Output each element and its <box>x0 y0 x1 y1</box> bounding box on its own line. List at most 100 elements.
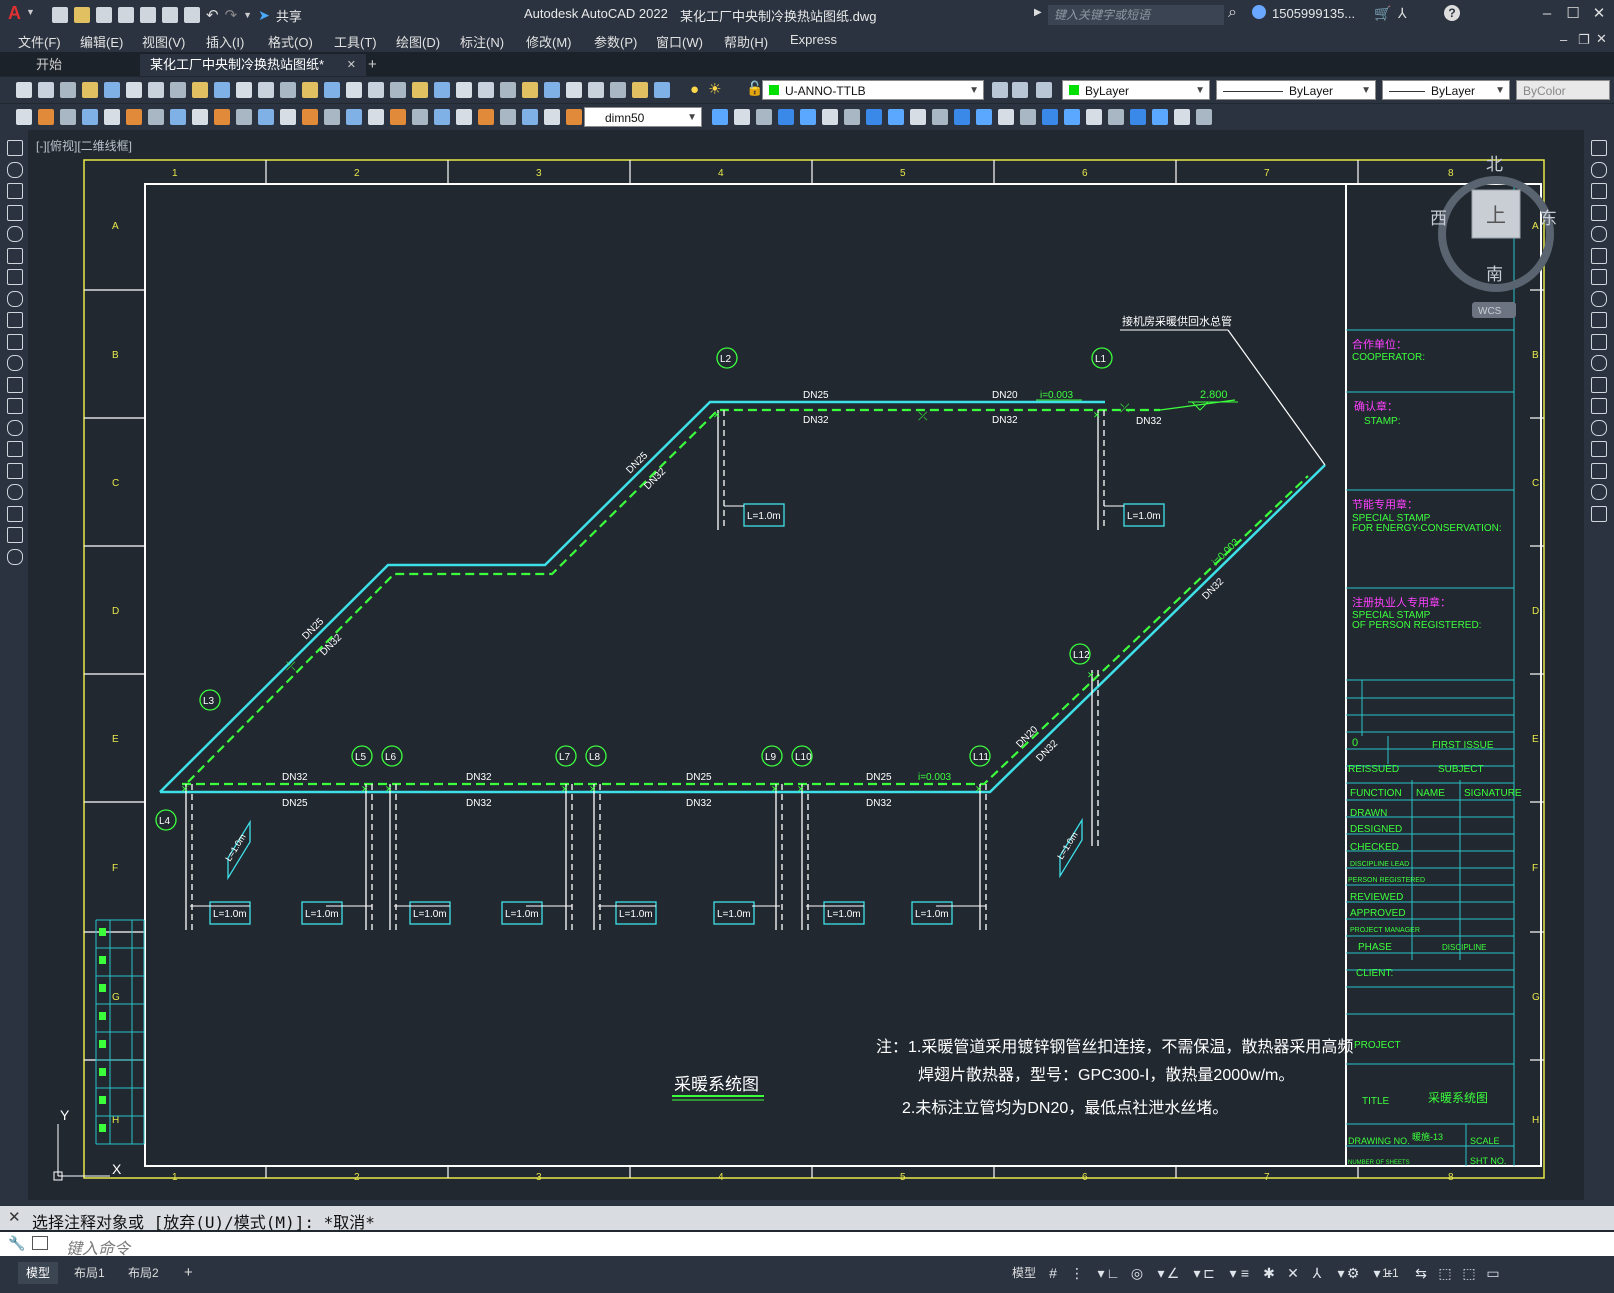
toolbar1-tool-12-icon[interactable] <box>280 82 296 98</box>
layer-lock-icon[interactable]: 🔓 <box>746 80 763 97</box>
cart-icon[interactable]: 🛒 <box>1374 5 1391 22</box>
modify-tool-16-icon[interactable] <box>1064 109 1080 125</box>
draw-tool-16-icon[interactable] <box>7 484 23 500</box>
dimension-tool-7-icon[interactable] <box>170 109 186 125</box>
draw-tool-12-icon[interactable] <box>7 398 23 414</box>
menu-file[interactable]: 文件(F) <box>18 32 61 51</box>
menu-draw[interactable]: 绘图(D) <box>396 32 440 51</box>
draw-tool-5-icon[interactable] <box>7 247 23 264</box>
app-logo-icon[interactable]: A <box>8 3 21 24</box>
toolbar1-tool-21-icon[interactable] <box>478 82 494 98</box>
dimension-tool-24-icon[interactable] <box>544 109 560 125</box>
draw-tool-14-icon[interactable] <box>7 441 23 457</box>
dimension-tool-12-icon[interactable] <box>280 109 296 125</box>
modify-side-tool-0-icon[interactable] <box>1591 140 1607 156</box>
toolbar1-tool-8-icon[interactable] <box>192 82 208 98</box>
modify-side-tool-5-icon[interactable] <box>1591 247 1607 264</box>
modify-tool-9-icon[interactable] <box>910 109 926 125</box>
draw-tool-6-icon[interactable] <box>7 269 23 285</box>
open-file-icon[interactable] <box>74 7 90 23</box>
modify-side-tool-12-icon[interactable] <box>1591 398 1607 414</box>
user-name[interactable]: 1505999135... <box>1272 6 1355 21</box>
status-toggle-0-icon[interactable]: # <box>1044 1264 1062 1282</box>
modify-tool-6-icon[interactable] <box>844 109 860 125</box>
status-toggle-19-icon[interactable]: ⬚ <box>1436 1264 1454 1282</box>
toolbar1-tool-16-icon[interactable] <box>368 82 384 98</box>
layer-bulb-icon[interactable]: ● <box>690 81 699 98</box>
modify-tool-15-icon[interactable] <box>1042 109 1058 125</box>
modify-side-tool-11-icon[interactable] <box>1591 376 1607 393</box>
modify-tool-7-icon[interactable] <box>866 109 882 125</box>
color-dropdown[interactable]: ByLayer ▼ <box>1062 80 1210 100</box>
dimension-tool-16-icon[interactable] <box>368 109 384 125</box>
modify-side-tool-9-icon[interactable] <box>1591 333 1607 350</box>
modify-tool-11-icon[interactable] <box>954 109 970 125</box>
toolbar1-tool-24-icon[interactable] <box>544 82 560 98</box>
draw-tool-15-icon[interactable] <box>7 462 23 479</box>
status-toggle-18-icon[interactable]: ⇆ <box>1412 1264 1430 1282</box>
toolbar1-tool-6-icon[interactable] <box>148 82 164 98</box>
dimension-tool-5-icon[interactable] <box>126 109 142 125</box>
menu-edit[interactable]: 编辑(E) <box>80 32 123 51</box>
dimension-tool-4-icon[interactable] <box>104 109 120 125</box>
dimension-tool-23-icon[interactable] <box>522 109 538 125</box>
dimension-tool-21-icon[interactable] <box>478 109 494 125</box>
layout-add-button[interactable]: + <box>176 1262 201 1284</box>
menu-view[interactable]: 视图(V) <box>142 32 185 51</box>
modify-tool-21-icon[interactable] <box>1174 109 1190 125</box>
doc-restore-button[interactable]: ❐ <box>1578 32 1590 48</box>
layer-tool-1-icon[interactable] <box>1012 82 1028 98</box>
layout-tab-2[interactable]: 布局2 <box>120 1262 167 1284</box>
draw-tool-2-icon[interactable] <box>7 183 23 199</box>
redo-icon[interactable]: ↷ <box>225 6 238 24</box>
toolbar1-tool-23-icon[interactable] <box>522 82 538 98</box>
modify-tool-0-icon[interactable] <box>712 109 728 125</box>
doc-minimize-button[interactable]: – <box>1560 32 1567 47</box>
status-toggle-15-icon[interactable]: ⚙ <box>1344 1264 1362 1282</box>
draw-tool-8-icon[interactable] <box>7 312 23 328</box>
status-toggle-8-icon[interactable]: ⊏ <box>1200 1264 1218 1282</box>
command-recent-icon[interactable] <box>32 1236 48 1250</box>
draw-tool-0-icon[interactable] <box>7 140 23 156</box>
dimension-tool-6-icon[interactable] <box>148 109 164 125</box>
draw-tool-11-icon[interactable] <box>7 376 23 393</box>
drawing-canvas[interactable]: [-][俯视][二维线框] 1 1 2 2 3 3 4 4 5 5 6 6 7 7 8 8 A A B B C C D D E E… <box>28 130 1584 1200</box>
toolbar1-tool-18-icon[interactable] <box>412 82 428 98</box>
status-toggle-21-icon[interactable]: ▭ <box>1484 1264 1502 1282</box>
modify-side-tool-17-icon[interactable] <box>1591 505 1607 522</box>
modify-side-tool-1-icon[interactable] <box>1591 161 1607 178</box>
toolbar1-tool-1-icon[interactable] <box>38 82 54 98</box>
layer-tool-2-icon[interactable] <box>1036 82 1052 98</box>
modify-tool-2-icon[interactable] <box>756 109 772 125</box>
tab-active-drawing[interactable]: 某化工厂中央制冷换热站图纸* ✕ <box>140 54 366 76</box>
menu-tools[interactable]: 工具(T) <box>334 32 377 51</box>
status-toggle-20-icon[interactable]: ⬚ <box>1460 1264 1478 1282</box>
dimension-tool-15-icon[interactable] <box>346 109 362 125</box>
viewcube-east[interactable]: 东 <box>1540 209 1557 228</box>
tab-close-icon[interactable]: ✕ <box>347 54 356 76</box>
draw-tool-4-icon[interactable] <box>7 226 23 242</box>
draw-tool-13-icon[interactable] <box>7 419 23 436</box>
wrench-icon[interactable]: 🔧 <box>8 1235 25 1252</box>
draw-tool-9-icon[interactable] <box>7 333 23 350</box>
dimension-tool-14-icon[interactable] <box>324 109 340 125</box>
toolbar1-tool-22-icon[interactable] <box>500 82 516 98</box>
close-button[interactable]: ✕ <box>1588 4 1610 24</box>
toolbar1-tool-27-icon[interactable] <box>610 82 626 98</box>
a360-icon[interactable]: ⅄ <box>1398 5 1407 22</box>
toolbar1-tool-3-icon[interactable] <box>82 82 98 98</box>
toolbar1-tool-17-icon[interactable] <box>390 82 406 98</box>
toolbar1-tool-10-icon[interactable] <box>236 82 252 98</box>
modify-tool-18-icon[interactable] <box>1108 109 1124 125</box>
modify-tool-17-icon[interactable] <box>1086 109 1102 125</box>
dimension-tool-10-icon[interactable] <box>236 109 252 125</box>
modify-tool-13-icon[interactable] <box>998 109 1014 125</box>
modify-tool-4-icon[interactable] <box>800 109 816 125</box>
menu-parametric[interactable]: 参数(P) <box>594 32 637 51</box>
draw-tool-10-icon[interactable] <box>7 355 23 371</box>
dimension-tool-20-icon[interactable] <box>456 109 472 125</box>
share-button[interactable]: 共享 <box>276 6 302 25</box>
tab-add-button[interactable]: + <box>358 54 387 76</box>
status-toggle-13-icon[interactable]: ⅄ <box>1308 1264 1326 1282</box>
close-command-icon[interactable]: ✕ <box>8 1208 21 1226</box>
